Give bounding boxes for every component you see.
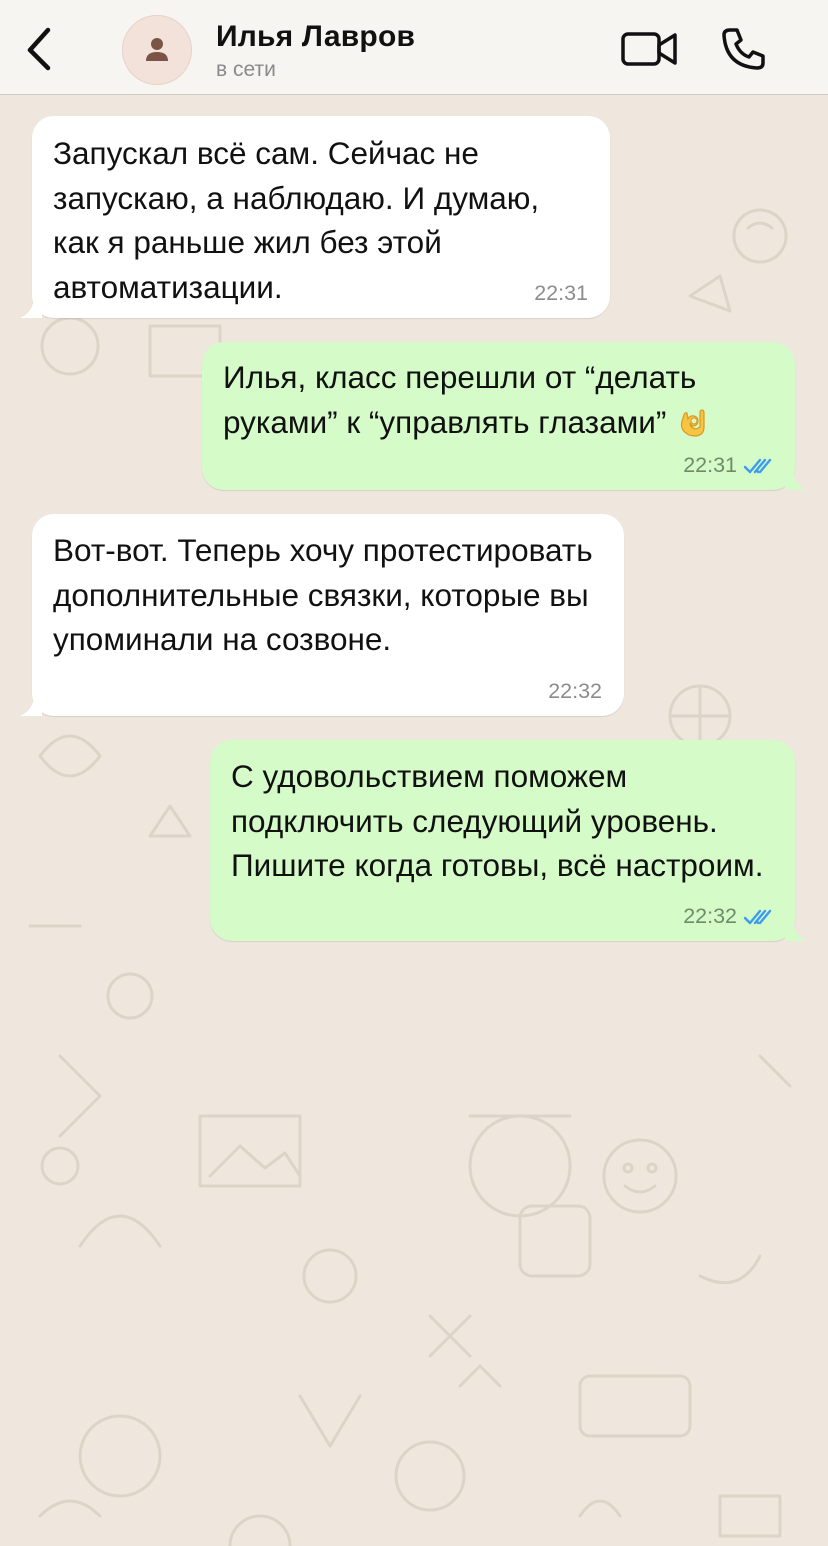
read-receipt-icon [743,458,772,473]
video-call-button[interactable] [620,27,678,71]
bubble-tail [785,919,807,941]
message-meta: 22:31 [534,281,588,306]
ok-hand-icon [681,408,705,437]
chevron-left-icon [27,27,51,71]
chat-header: Илья Лавров в сети [0,0,828,95]
message-text: Илья, класс перешли от “делать руками” к… [223,355,773,444]
message-meta: 22:32 [548,679,602,704]
message-bubble-incoming[interactable]: Запускал всё сам. Сейчас не запускаю, а … [20,116,610,318]
contact-status: в сети [216,58,276,81]
avatar[interactable] [122,15,192,85]
video-camera-icon [621,32,677,66]
contact-name[interactable]: Илья Лавров [216,20,415,54]
message-text: Запускал всё сам. Сейчас не запускаю, а … [53,135,540,305]
bubble-tail [785,468,807,490]
read-receipt-icon [743,909,772,924]
message-text: С удовольствием поможем подключить следу… [231,758,764,883]
message-meta: 22:31 [683,453,773,478]
voice-call-button[interactable] [720,26,766,72]
message-text-content: Илья, класс перешли от “делать руками” к… [223,359,697,440]
message-text: Вот-вот. Теперь хочу протестировать допо… [53,532,593,657]
message-bubble-incoming[interactable]: Вот-вот. Теперь хочу протестировать допо… [20,514,624,716]
phone-icon [722,28,765,70]
message-bubble-outgoing[interactable]: С удовольствием поможем подключить следу… [210,740,807,941]
message-meta: 22:32 [683,904,773,929]
bubble-tail [20,296,42,318]
message-bubble-outgoing[interactable]: Илья, класс перешли от “делать руками” к… [202,342,807,490]
person-icon [146,38,168,61]
message-time: 22:31 [534,281,588,305]
back-button[interactable] [18,22,62,74]
bubble-tail [20,694,42,716]
message-time: 22:32 [683,904,737,928]
message-time: 22:31 [683,453,737,477]
message-time: 22:32 [548,679,602,703]
